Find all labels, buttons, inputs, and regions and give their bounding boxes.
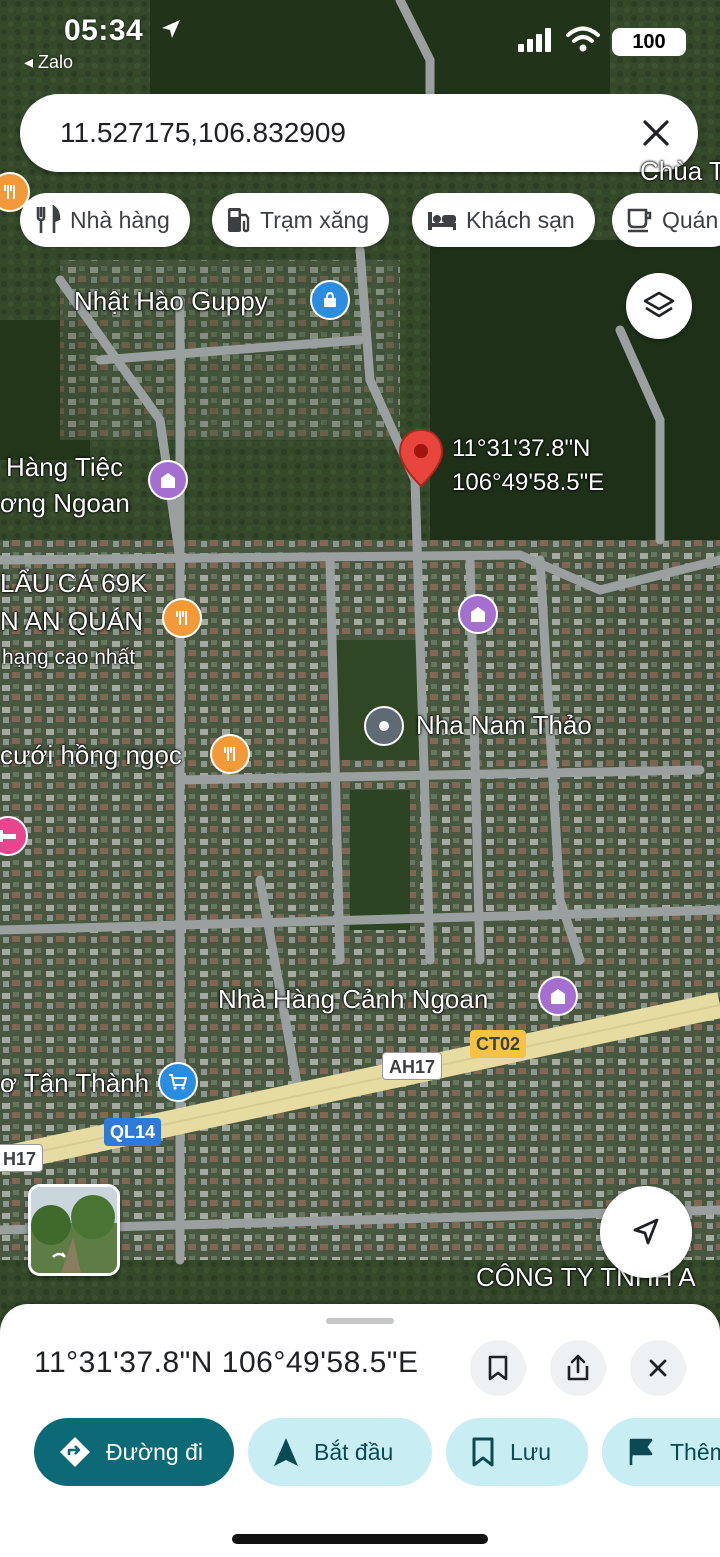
chip-label: Trạm xăng [260,206,370,233]
street-view-image [31,1187,117,1273]
flag-icon [629,1438,653,1465]
directions-label: Đường đi [106,1438,203,1465]
event-venue-icon[interactable] [148,460,188,500]
back-to-app[interactable]: ◂ Zalo [24,52,73,73]
pin-latitude: 11°31'37.8"N [452,435,591,462]
restaurant-marker-icon[interactable] [162,598,202,638]
dropped-pin-icon[interactable] [398,428,444,494]
map-label-tan-thanh[interactable]: ơ Tân Thành [0,1068,149,1099]
home-indicator [232,1534,488,1544]
save-action-button[interactable]: Lưu [446,1418,588,1486]
map-label-chua: Chùa T [640,156,720,186]
chip-hotels[interactable]: Khách sạn [412,193,595,247]
shopping-bag-icon[interactable] [310,280,350,320]
my-location-button[interactable] [600,1186,692,1278]
status-bar: 05:34 ◂ Zalo 100 [0,0,720,80]
layers-icon [643,291,675,318]
chip-label: Nhà hàng [70,206,170,233]
chip-label: Khách sạn [466,206,575,233]
map-label-guppy[interactable]: Nhật Hào Guppy [74,286,268,317]
road-badge-h17: H17 [0,1144,44,1172]
road-badge-ct02: CT02 [470,1030,527,1058]
wifi-icon [566,26,600,52]
place-title: 11°31'37.8"N 106°49'58.5"E [34,1346,419,1379]
drag-handle[interactable] [326,1318,394,1324]
place-marker-icon[interactable] [364,706,404,746]
event-venue-icon[interactable] [458,594,498,634]
search-input[interactable] [60,112,620,154]
pin-coordinates-label: 11°31'37.8"N 106°49'58.5"E [452,432,604,500]
event-venue-icon[interactable] [538,976,578,1016]
layers-button[interactable] [626,273,692,339]
save-button[interactable] [470,1340,526,1396]
more-label: Thêm [670,1438,720,1465]
bookmark-icon [488,1355,508,1381]
more-button[interactable]: Thêm [602,1418,720,1486]
fork-knife-icon [36,205,61,233]
start-label: Bắt đầu [314,1438,394,1465]
map-label-hang-tiec-2[interactable]: ơng Ngoan [0,488,130,519]
close-sheet-button[interactable] [630,1340,686,1396]
road-badge-ah17: AH17 [382,1052,443,1080]
search-bar[interactable] [20,94,698,172]
pin-longitude: 106°49'58.5"E [452,469,605,496]
shopping-cart-icon[interactable] [158,1062,198,1102]
start-button[interactable]: Bắt đầu [248,1418,432,1486]
share-icon [567,1354,589,1381]
map-label-canh-ngoan[interactable]: Nhà Hàng Cảnh Ngoan [218,984,488,1015]
map-label-nam-thao[interactable]: Nha Nam Thảo [416,710,592,741]
save-label: Lưu [510,1438,551,1465]
close-icon[interactable] [636,113,676,153]
road-badge-ql14: QL14 [104,1118,162,1146]
map-label-hang-tiec[interactable]: Hàng Tiệc [6,452,123,483]
bookmark-icon [472,1437,494,1467]
place-bottom-sheet[interactable]: 11°31'37.8"N 106°49'58.5"E Đường đi Bắt … [0,1304,720,1557]
directions-button[interactable]: Đường đi [34,1418,234,1486]
close-icon [649,1359,667,1377]
status-time: 05:34 [64,14,144,47]
directions-icon [60,1437,90,1467]
street-view-thumbnail[interactable] [28,1184,120,1276]
navigation-arrow-icon [633,1218,659,1245]
chip-label: Quán [662,206,719,233]
chip-cafes[interactable]: Quán [612,193,720,247]
map-label-hong-ngoc[interactable]: cưới hồng ngọc [0,740,182,771]
map-label-an-quan[interactable]: N AN QUÁN [0,606,143,637]
location-arrow-icon [162,20,180,38]
map-label-rating-note: hạng cao nhất [2,646,136,669]
restaurant-marker-icon[interactable] [210,734,250,774]
battery-indicator: 100 [612,28,686,56]
gas-station-icon [228,208,250,233]
chip-gas-stations[interactable]: Trạm xăng [212,193,390,247]
coffee-cup-icon [627,208,652,233]
chip-restaurants[interactable]: Nhà hàng [20,193,190,247]
bed-icon [428,212,456,230]
share-button[interactable] [550,1340,606,1396]
navigation-arrow-icon [274,1438,298,1466]
map-label-lau-ca[interactable]: LẨU CÁ 69K [0,568,147,599]
cellular-signal-icon [518,28,551,52]
category-chips: Nhà hàng Trạm xăng Khách sạn Quán [20,193,720,249]
